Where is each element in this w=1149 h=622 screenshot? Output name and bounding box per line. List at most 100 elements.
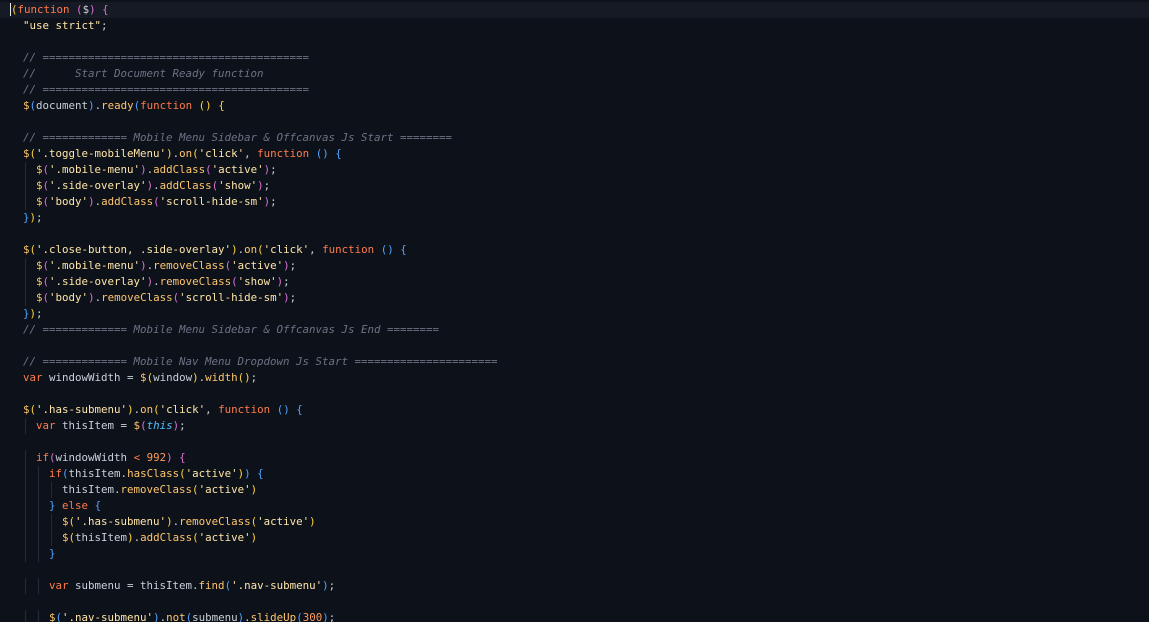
code-token: ; xyxy=(328,611,336,622)
code-token: 300 xyxy=(302,611,323,622)
code-line[interactable] xyxy=(0,386,1149,402)
code-line[interactable]: $('.has-submenu').on('click', function (… xyxy=(0,402,1149,418)
code-token: ; xyxy=(36,307,43,320)
code-line[interactable]: "use strict"; xyxy=(0,18,1149,34)
code-token: 'body' xyxy=(49,291,89,304)
code-line[interactable] xyxy=(0,114,1149,130)
code-token: '.nav-submenu' xyxy=(62,611,154,622)
indent-guide xyxy=(25,418,26,434)
code-line[interactable]: $(document).ready(function () { xyxy=(0,98,1149,114)
code-token: submenu = thisItem. xyxy=(68,579,199,592)
code-token: ( xyxy=(10,3,18,16)
code-line[interactable]: // Start Document Ready function xyxy=(0,66,1149,82)
code-token: { xyxy=(102,3,109,16)
code-line[interactable]: thisItem.removeClass('active') xyxy=(0,482,1149,498)
code-token: removeClass xyxy=(179,515,251,528)
code-line[interactable] xyxy=(0,594,1149,610)
indent-guide xyxy=(25,274,26,290)
code-token: { xyxy=(179,451,186,464)
code-token: if xyxy=(49,467,63,480)
indent-guide xyxy=(25,258,26,274)
code-token: function xyxy=(257,147,310,160)
code-token: ; xyxy=(289,259,297,272)
indent-guide xyxy=(38,466,39,482)
code-token: addClass xyxy=(153,163,206,176)
code-line[interactable]: // ============= Mobile Nav Menu Dropdow… xyxy=(0,354,1149,370)
code-line[interactable]: if(thisItem.hasClass('active')) { xyxy=(0,466,1149,482)
code-line[interactable]: $('body').removeClass('scroll-hide-sm'); xyxy=(0,290,1149,306)
code-token: var xyxy=(23,371,43,384)
indent-guide xyxy=(25,530,26,546)
indent-guide xyxy=(38,610,39,622)
code-line[interactable] xyxy=(0,562,1149,578)
code-token: ; xyxy=(263,179,271,192)
code-line[interactable]: $('body').addClass('scroll-hide-sm'); xyxy=(0,194,1149,210)
code-token: '.mobile-menu' xyxy=(49,259,141,272)
code-line[interactable]: }); xyxy=(0,210,1149,226)
code-line[interactable]: var submenu = thisItem.find('.nav-submen… xyxy=(0,578,1149,594)
code-line[interactable]: // ============= Mobile Menu Sidebar & O… xyxy=(0,130,1149,146)
code-line[interactable]: } else { xyxy=(0,498,1149,514)
code-token: 'active' xyxy=(257,515,310,528)
code-line[interactable]: $('.toggle-mobileMenu').on('click', func… xyxy=(0,146,1149,162)
code-token: hasClass xyxy=(127,467,180,480)
code-token: function xyxy=(322,243,375,256)
indent-guide xyxy=(25,466,26,482)
code-token: var xyxy=(36,419,56,432)
code-line[interactable]: $('.nav-submenu').not(submenu).slideUp(3… xyxy=(0,610,1149,622)
code-line[interactable] xyxy=(0,434,1149,450)
code-line[interactable]: // =====================================… xyxy=(0,82,1149,98)
code-line[interactable]: $('.mobile-menu').addClass('active'); xyxy=(0,162,1149,178)
code-token: ; xyxy=(101,19,108,32)
code-line[interactable]: $('.side-overlay').removeClass('show'); xyxy=(0,274,1149,290)
code-line[interactable]: }); xyxy=(0,306,1149,322)
code-token: { xyxy=(400,243,407,256)
code-token: ; xyxy=(289,291,297,304)
code-line[interactable] xyxy=(0,34,1149,50)
code-line[interactable]: $('.has-submenu').removeClass('active') xyxy=(0,514,1149,530)
code-token: 'show' xyxy=(218,179,258,192)
code-line[interactable]: var windowWidth = $(window).width(); xyxy=(0,370,1149,386)
code-line[interactable]: // =====================================… xyxy=(0,50,1149,66)
code-line[interactable]: } xyxy=(0,546,1149,562)
code-token: thisItem. xyxy=(62,483,121,496)
code-line[interactable] xyxy=(0,226,1149,242)
indent-guide xyxy=(51,530,52,546)
code-line[interactable]: $('.mobile-menu').removeClass('active'); xyxy=(0,258,1149,274)
code-editor[interactable]: (function ($) { "use strict"; // =======… xyxy=(0,0,1149,622)
code-token: ; xyxy=(36,211,43,224)
indent-guide xyxy=(25,578,26,594)
code-token: removeClass xyxy=(101,291,173,304)
code-line[interactable]: if(windowWidth < 992) { xyxy=(0,450,1149,466)
code-token: else xyxy=(62,499,89,512)
code-line[interactable]: $('.close-button, .side-overlay').on('cl… xyxy=(0,242,1149,258)
code-token: { xyxy=(296,403,303,416)
indent-guide xyxy=(25,498,26,514)
indent-guide xyxy=(25,162,26,178)
code-line[interactable]: (function ($) { xyxy=(0,2,1149,18)
code-token: windowWidth xyxy=(55,451,134,464)
code-token: function xyxy=(218,403,271,416)
code-line[interactable]: $('.side-overlay').addClass('show'); xyxy=(0,178,1149,194)
code-token: '.has-submenu' xyxy=(75,515,167,528)
code-token: this xyxy=(146,419,173,432)
indent-guide xyxy=(25,514,26,530)
code-line[interactable]: $(thisItem).addClass('active') xyxy=(0,530,1149,546)
code-line[interactable] xyxy=(0,338,1149,354)
code-token: } xyxy=(49,547,56,560)
indent-guide xyxy=(38,514,39,530)
code-line[interactable]: // ============= Mobile Menu Sidebar & O… xyxy=(0,322,1149,338)
code-line[interactable]: var thisItem = $(this); xyxy=(0,418,1149,434)
code-token: not xyxy=(166,611,186,622)
